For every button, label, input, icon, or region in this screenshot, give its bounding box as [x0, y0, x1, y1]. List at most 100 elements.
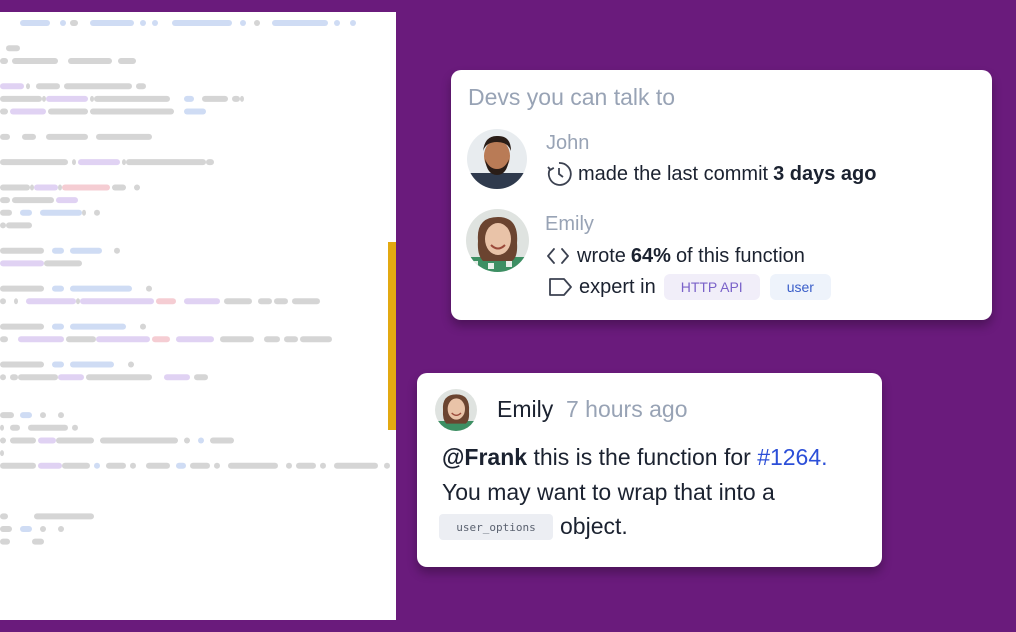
code-token	[140, 20, 146, 26]
expertise-label: expert in	[579, 275, 656, 298]
dev-activity-john: made the last commit 3 days ago	[546, 161, 881, 187]
code-token	[0, 285, 44, 292]
code-token	[0, 209, 12, 216]
code-token	[70, 285, 132, 292]
code-token	[0, 298, 6, 305]
code-token	[36, 83, 60, 90]
dev-name-john[interactable]: John	[546, 132, 589, 155]
code-token	[128, 361, 134, 368]
code-token	[34, 184, 58, 191]
code-token	[62, 184, 110, 191]
code-token	[0, 513, 8, 520]
code-token	[106, 462, 126, 469]
tag-icon	[547, 274, 573, 300]
code-token	[6, 222, 32, 229]
code-token	[194, 374, 208, 381]
code-token	[38, 462, 62, 469]
code-token	[26, 298, 76, 305]
comment-time: 7 hours ago	[566, 396, 688, 422]
code-token	[146, 285, 152, 292]
code-token	[0, 323, 44, 330]
comment-avatar-emily[interactable]	[435, 389, 477, 431]
code-token	[300, 336, 332, 343]
code-token	[56, 197, 78, 204]
code-token	[286, 462, 292, 469]
code-token	[164, 374, 190, 381]
code-token	[10, 424, 20, 431]
code-token	[94, 95, 170, 102]
avatar-emily[interactable]	[466, 209, 529, 272]
code-token	[72, 424, 78, 431]
code-token	[80, 298, 154, 305]
issue-link[interactable]: #1264.	[757, 444, 827, 470]
code-token	[46, 95, 88, 102]
scroll-marker[interactable]	[388, 242, 396, 430]
tag-user[interactable]: user	[769, 274, 831, 300]
tag-http-api[interactable]: HTTP API	[663, 274, 760, 300]
code-token	[64, 83, 132, 90]
code-token	[240, 20, 246, 26]
code-token	[100, 437, 178, 444]
code-token	[0, 412, 14, 419]
code-token	[206, 159, 214, 166]
code-token	[0, 222, 6, 229]
code-token	[228, 462, 278, 469]
code-token	[14, 298, 18, 305]
code-token	[136, 83, 146, 90]
code-token	[38, 437, 56, 444]
code-token	[78, 159, 120, 166]
code-token	[198, 437, 204, 444]
activity-suffix-emily: of this function	[675, 244, 805, 267]
activity-text-john: made the last commit	[578, 162, 769, 185]
code-token	[0, 462, 36, 469]
activity-highlight-john: 3 days ago	[773, 162, 877, 185]
code-token	[0, 57, 8, 64]
code-token	[0, 336, 8, 343]
code-token	[232, 95, 240, 102]
code-token	[334, 20, 340, 26]
code-token	[112, 184, 126, 191]
code-token	[90, 108, 174, 115]
code-token	[48, 108, 88, 115]
code-token	[30, 184, 34, 191]
devs-card: Devs you can talk to John made the last …	[451, 70, 992, 320]
code-token	[176, 462, 186, 469]
code-token	[52, 323, 64, 330]
comment-line-3: object.	[560, 513, 628, 539]
avatar-john[interactable]	[467, 129, 527, 189]
code-token	[350, 20, 356, 26]
dev-name-emily[interactable]: Emily	[545, 213, 594, 236]
dev-expertise-emily: expert in HTTP API user	[547, 274, 831, 300]
code-token	[72, 159, 76, 166]
comment-author[interactable]: Emily	[497, 396, 553, 423]
code-token	[62, 462, 90, 469]
code-token	[0, 260, 44, 267]
comment-line-1: @Frank this is the function for #1264.	[442, 444, 828, 471]
code-token	[46, 133, 88, 140]
code-token	[152, 336, 170, 343]
code-token	[146, 462, 170, 469]
code-token	[0, 159, 68, 166]
code-token	[40, 412, 46, 419]
code-token	[10, 108, 46, 115]
code-token	[96, 133, 152, 140]
code-token	[82, 209, 86, 216]
code-token	[22, 133, 36, 140]
comment-mention[interactable]: @Frank	[442, 444, 527, 470]
code-token	[34, 513, 94, 520]
code-token	[70, 323, 126, 330]
code-token	[202, 95, 228, 102]
code-token	[130, 462, 136, 469]
comment-text-1: this is the function for	[533, 444, 751, 470]
code-token	[140, 323, 146, 330]
code-token	[0, 247, 44, 254]
code-token	[0, 108, 8, 115]
code-panel	[0, 12, 396, 620]
code-token	[264, 336, 280, 343]
code-token	[156, 298, 176, 305]
code-token	[0, 83, 24, 90]
code-token	[58, 184, 62, 191]
code-token	[10, 437, 36, 444]
dev-activity-emily: wrote 64% of this function	[545, 243, 805, 269]
code-token	[0, 95, 42, 102]
